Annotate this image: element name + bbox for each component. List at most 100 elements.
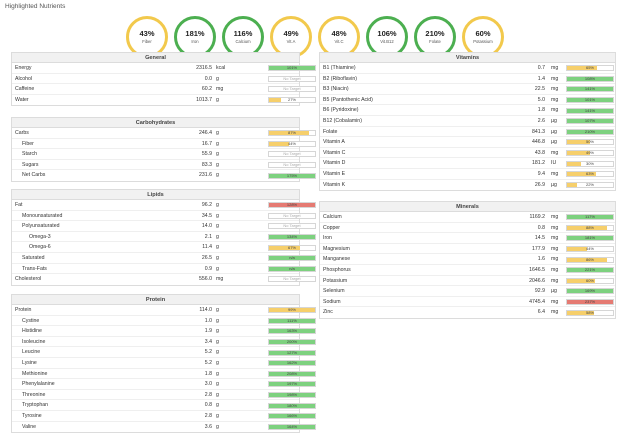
nutrient-row[interactable]: Trans-Fats 0.9 g n/a	[12, 264, 316, 275]
nutrient-row[interactable]: Methionine 1.8 g 208%	[12, 369, 316, 380]
nutrient-amount: 0.7	[537, 65, 545, 71]
nutrient-amount: 26.5	[201, 254, 212, 261]
nutrient-row[interactable]: B3 (Niacin) 22.5 mg 141%	[320, 84, 615, 95]
nutrient-amount: 14.0	[201, 223, 212, 230]
nutrient-row[interactable]: Net Carbs 231.6 g 175%	[12, 170, 316, 181]
nutrient-unit: mg	[551, 309, 559, 316]
nutrient-unit: g	[216, 202, 219, 208]
nutrient-row[interactable]: Saturated 26.5 g n/a	[12, 253, 316, 264]
nutrient-row[interactable]: Magnesium 177.9 mg 44%	[320, 244, 615, 255]
nutrient-row[interactable]: Vitamin D 181.2 IU 30%	[320, 158, 615, 169]
section-carbohydrates: Carbohydrates Carbs 246.4 g 87% Fiber 16.7 g 44%…	[11, 117, 316, 182]
nutrient-row[interactable]: Omega-3 2.1 g 134%	[12, 232, 316, 243]
nutrient-row[interactable]: Copper 0.8 mg 88%	[320, 223, 615, 234]
nutrient-row[interactable]: Vitamin A 446.8 µg 50%	[320, 137, 615, 148]
nutrient-row[interactable]: Water 1013.7 g 27%	[12, 95, 316, 106]
nutrient-unit: g	[216, 265, 219, 272]
target-progress-bar: 111%	[268, 317, 316, 324]
nutrient-row[interactable]: Alcohol 0.0 g No Target	[12, 74, 316, 85]
target-progress-bar: 63%	[566, 171, 614, 178]
nutrient-row[interactable]: Valine 3.6 g 164%	[12, 422, 316, 433]
nutrient-name: Protein	[15, 307, 32, 313]
nutrient-row[interactable]: Vitamin K 26.9 µg 22%	[320, 180, 615, 191]
target-progress-bar: 87%	[268, 130, 316, 137]
nutrient-row[interactable]: Manganese 1.6 mg 86%	[320, 254, 615, 265]
nutrient-row[interactable]: Cholesterol 556.0 mg No Target	[12, 274, 316, 285]
nutrient-row[interactable]: Histidine 1.9 g 163%	[12, 326, 316, 337]
nutrient-unit: mg	[551, 96, 559, 103]
target-progress-bar: 210%	[566, 128, 614, 135]
nutrient-amount: 2316.5	[196, 65, 212, 71]
nutrient-name: Monounsaturated	[22, 212, 63, 219]
target-progress-bar: 49%	[566, 150, 614, 157]
nutrient-unit: g	[216, 212, 219, 219]
nutrient-amount: 1.8	[537, 107, 545, 114]
target-progress-bar: 108%	[566, 75, 614, 82]
nutrient-unit: g	[216, 151, 219, 158]
highlight-percent: 106%	[377, 29, 397, 39]
nutrient-row[interactable]: Isoleucine 3.4 g 200%	[12, 337, 316, 348]
nutrient-row[interactable]: Caffeine 60.2 mg No Target	[12, 84, 316, 95]
nutrient-row[interactable]: Fat 96.2 g 128%	[12, 200, 316, 211]
nutrient-name: Tryptophan	[22, 402, 49, 409]
nutrient-row[interactable]: Tyrosine 2.8 g 166%	[12, 411, 316, 422]
nutrient-row[interactable]: Threonine 2.8 g 198%	[12, 390, 316, 401]
nutrient-row[interactable]: Vitamin E 9.4 mg 63%	[320, 169, 615, 180]
nutrient-amount: 2.1	[204, 233, 212, 240]
nutrient-name: Polyunsaturated	[22, 223, 60, 230]
target-progress-label: No Target	[283, 276, 301, 282]
nutrient-row[interactable]: Selenium 92.9 µg 169%	[320, 286, 615, 297]
target-progress-label: 181%	[584, 235, 596, 241]
nutrient-row[interactable]: Zinc 6.4 mg 58%	[320, 307, 615, 318]
nutrient-row[interactable]: Starch 55.9 g No Target	[12, 149, 316, 160]
nutrient-row[interactable]: B5 (Pantothenic Acid) 5.0 mg 101%	[320, 95, 615, 106]
nutrient-row[interactable]: Polyunsaturated 14.0 g No Target	[12, 221, 316, 232]
nutrient-row[interactable]: Sodium 4745.4 mg 237%	[320, 297, 615, 308]
target-progress-bar: 237%	[566, 299, 614, 306]
nutrient-name: Vitamin E	[323, 170, 346, 177]
target-progress-bar: 127%	[268, 349, 316, 356]
nutrient-row[interactable]: Calcium 1169.2 mg 117%	[320, 212, 615, 223]
section-title: General	[12, 53, 299, 63]
target-progress-label: No Target	[283, 162, 301, 168]
nutrient-name: Net Carbs	[22, 172, 46, 179]
target-progress-label: 221%	[584, 267, 596, 273]
nutrient-row[interactable]: Energy 2316.5 kcal 101%	[12, 63, 316, 74]
nutrient-row[interactable]: Potassium 2046.6 mg 60%	[320, 276, 615, 287]
target-progress-label: 107%	[584, 118, 596, 124]
nutrient-row[interactable]: Lysine 5.2 g 162%	[12, 358, 316, 369]
nutrient-name: B1 (Thiamine)	[323, 65, 356, 71]
nutrient-unit: g	[216, 223, 219, 230]
nutrient-unit: g	[216, 370, 219, 377]
nutrient-row[interactable]: Cystine 1.0 g 111%	[12, 316, 316, 327]
nutrient-row[interactable]: B2 (Riboflavin) 1.4 mg 108%	[320, 74, 615, 85]
nutrient-row[interactable]: Tryptophan 0.8 g 180%	[12, 400, 316, 411]
nutrient-row[interactable]: Fiber 16.7 g 44%	[12, 139, 316, 150]
nutrient-row[interactable]: Leucine 5.2 g 127%	[12, 347, 316, 358]
nutrient-unit: g	[216, 307, 219, 313]
target-progress-bar: 86%	[566, 256, 614, 263]
nutrient-row[interactable]: B6 (Pyridoxine) 1.8 mg 141%	[320, 105, 615, 116]
nutrient-row[interactable]: Omega-6 11.4 g 67%	[12, 242, 316, 253]
target-progress-bar: 101%	[566, 97, 614, 104]
nutrient-row[interactable]: Folate 841.3 µg 210%	[320, 127, 615, 138]
nutrient-name: Caffeine	[15, 86, 35, 93]
nutrient-row[interactable]: Monounsaturated 34.5 g No Target	[12, 211, 316, 222]
nutrient-row[interactable]: B12 (Cobalamin) 2.6 µg 107%	[320, 116, 615, 127]
nutrient-name: Selenium	[323, 288, 345, 295]
nutrient-unit: g	[216, 317, 219, 324]
target-progress-bar: 44%	[268, 140, 316, 147]
nutrient-row[interactable]: Phosphorus 1646.5 mg 221%	[320, 265, 615, 276]
nutrient-row[interactable]: Protein 114.0 g 99%	[12, 305, 316, 316]
nutrient-row[interactable]: Carbs 246.4 g 87%	[12, 128, 316, 139]
nutrient-amount: 446.8	[532, 139, 545, 146]
nutrient-amount: 9.4	[537, 170, 545, 177]
nutrient-row[interactable]: Vitamin C 43.8 mg 49%	[320, 148, 615, 159]
nutrient-row[interactable]: Iron 14.5 mg 181%	[320, 233, 615, 244]
nutrient-row[interactable]: Sugars 83.3 g No Target	[12, 160, 316, 171]
nutrient-row[interactable]: B1 (Thiamine) 0.7 mg 65%	[320, 63, 615, 74]
nutrient-amount: 92.9	[534, 288, 545, 295]
target-progress-label: 27%	[287, 97, 296, 103]
highlight-label: Vit.C	[334, 38, 344, 44]
nutrient-row[interactable]: Phenylalanine 3.0 g 197%	[12, 379, 316, 390]
